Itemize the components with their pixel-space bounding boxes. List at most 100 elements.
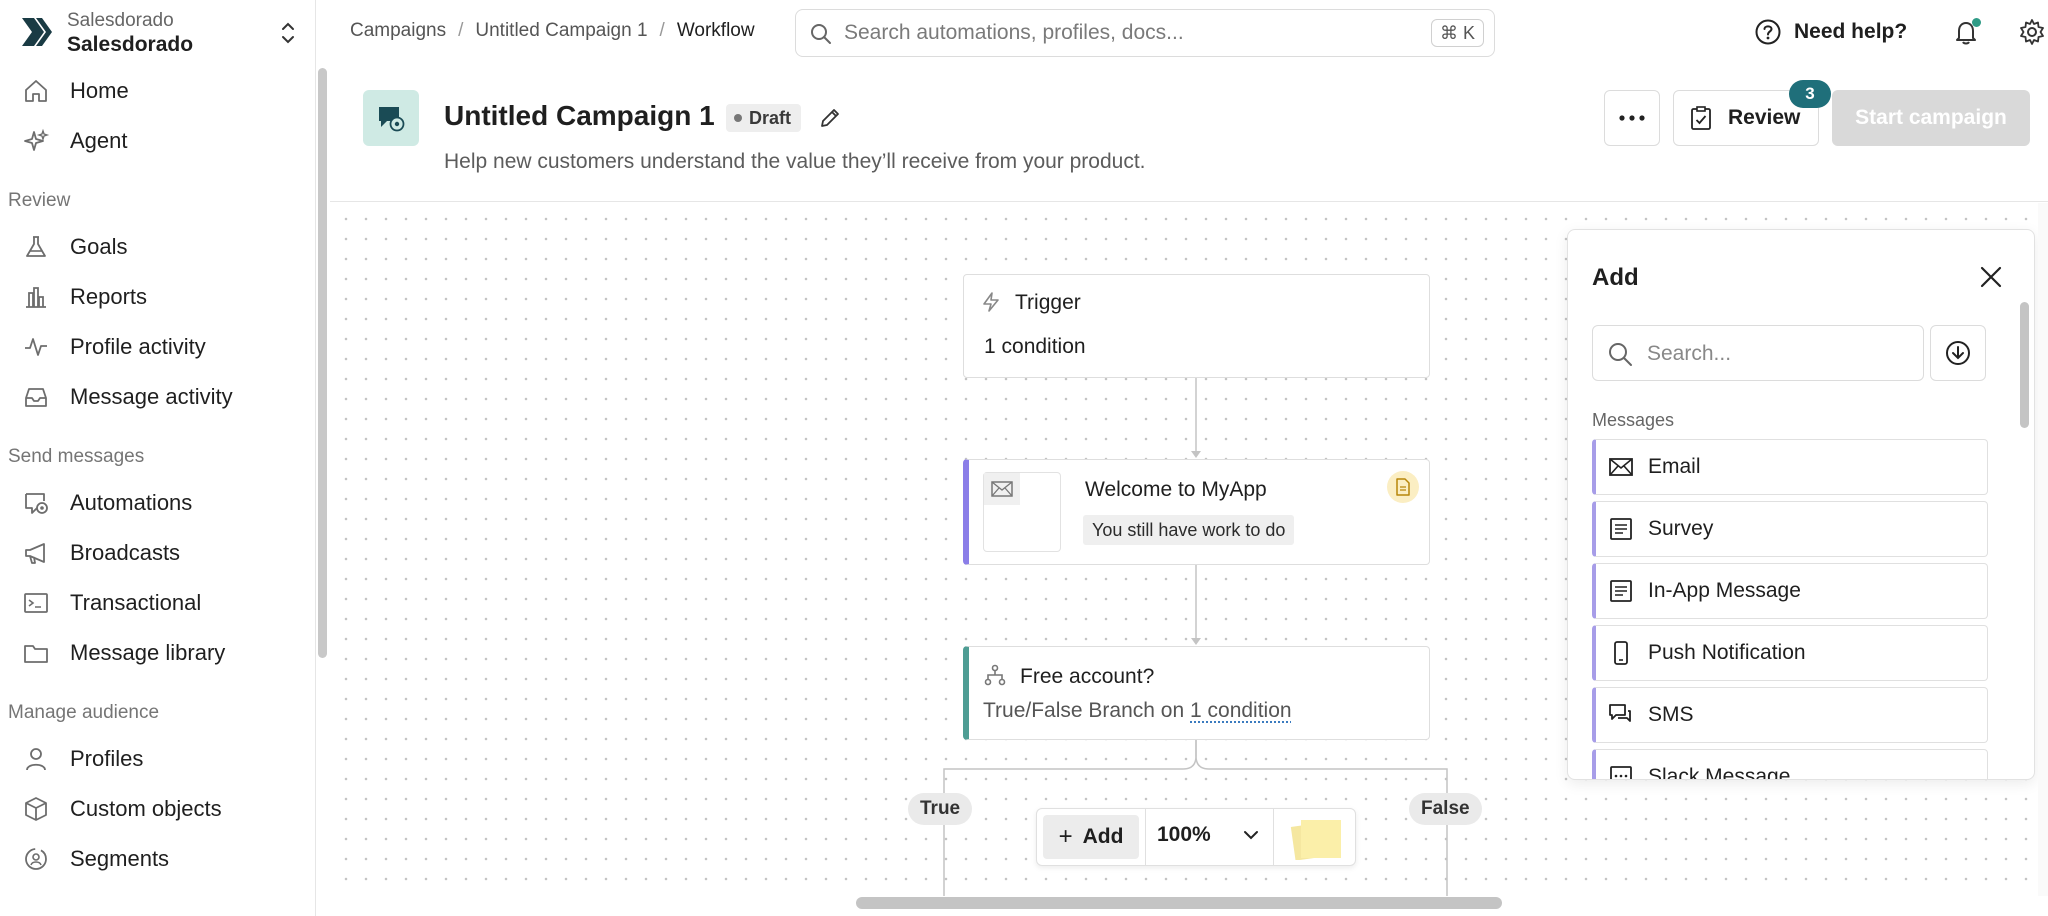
sidebar-item-reports[interactable]: Reports bbox=[0, 272, 312, 322]
pencil-icon[interactable] bbox=[818, 106, 842, 130]
add-item-survey[interactable]: Survey bbox=[1592, 501, 1988, 557]
breadcrumb-campaigns[interactable]: Campaigns bbox=[350, 20, 446, 42]
add-step-label: Add bbox=[1082, 825, 1124, 848]
sidebar-item-segments[interactable]: Segments bbox=[0, 834, 312, 884]
add-item-slack-message[interactable]: Slack Message bbox=[1592, 749, 1988, 780]
sidebar-item-label: Broadcasts bbox=[70, 540, 181, 565]
app-logo-icon bbox=[22, 18, 52, 46]
help-label: Need help? bbox=[1794, 20, 1908, 43]
workspace-name: Salesdorado bbox=[67, 33, 194, 56]
in-app-icon bbox=[1610, 580, 1632, 602]
add-item-in-app-message[interactable]: In-App Message bbox=[1592, 563, 1988, 619]
toolbar-divider bbox=[1145, 809, 1146, 865]
sidebar-item-home[interactable]: Home bbox=[0, 66, 312, 116]
add-item-label: Push Notification bbox=[1648, 641, 1806, 664]
false-branch-label: False bbox=[1409, 793, 1482, 825]
sidebar-item-custom-objects[interactable]: Custom objects bbox=[0, 784, 312, 834]
segment-icon bbox=[25, 848, 47, 870]
campaign-type-icon bbox=[363, 90, 419, 146]
ellipsis-icon bbox=[1619, 115, 1645, 121]
folder-icon bbox=[24, 645, 48, 663]
sidebar-item-message-activity[interactable]: Message activity bbox=[0, 372, 312, 422]
sidebar-item-message-library[interactable]: Message library bbox=[0, 628, 312, 678]
phone-icon bbox=[1614, 641, 1628, 665]
flask-icon bbox=[26, 236, 46, 257]
cube-icon bbox=[25, 797, 47, 821]
megaphone-icon bbox=[25, 543, 45, 564]
trigger-node[interactable]: Trigger 1 condition bbox=[963, 274, 1430, 378]
sidebar-item-label: Segments bbox=[70, 846, 170, 871]
sidebar-item-automations[interactable]: Automations bbox=[0, 478, 312, 528]
help-button[interactable]: Need help? bbox=[1754, 18, 1907, 46]
inbox-icon bbox=[25, 388, 47, 407]
add-item-push-notification[interactable]: Push Notification bbox=[1592, 625, 1988, 681]
add-item-label: SMS bbox=[1648, 703, 1694, 726]
chevron-down-icon[interactable] bbox=[1243, 827, 1259, 843]
sidebar-item-agent[interactable]: Agent bbox=[0, 116, 312, 166]
review-count-badge: 3 bbox=[1789, 80, 1831, 108]
status-badge: Draft bbox=[726, 104, 802, 132]
true-branch-label: True bbox=[908, 793, 973, 825]
download-circle-icon bbox=[1946, 341, 1970, 365]
canvas-horizontal-scrollbar[interactable] bbox=[856, 897, 1502, 909]
toolbar-divider bbox=[1273, 809, 1274, 865]
automation-icon bbox=[25, 493, 48, 514]
sidebar-item-broadcasts[interactable]: Broadcasts bbox=[0, 528, 312, 578]
add-item-email[interactable]: Email bbox=[1592, 439, 1988, 495]
add-item-label: Slack Message bbox=[1648, 765, 1791, 780]
sticky-note-icon[interactable] bbox=[1289, 818, 1345, 860]
chat-target-icon bbox=[379, 107, 405, 132]
search-input[interactable] bbox=[844, 18, 1404, 48]
close-icon[interactable] bbox=[1978, 264, 2004, 290]
workspace-switcher[interactable]: Salesdorado Salesdorado bbox=[0, 0, 316, 66]
branch-condition-link[interactable]: 1 condition bbox=[1190, 699, 1292, 722]
add-panel-scrollbar[interactable] bbox=[2020, 302, 2029, 428]
more-options-button[interactable] bbox=[1604, 90, 1660, 146]
home-icon bbox=[25, 80, 47, 102]
start-campaign-button[interactable]: Start campaign bbox=[1832, 90, 2030, 146]
notifications-button[interactable] bbox=[1952, 18, 1981, 46]
sidebar-item-label: Automations bbox=[70, 490, 193, 515]
sparkle-icon bbox=[24, 128, 50, 151]
breadcrumb-separator: / bbox=[458, 20, 464, 41]
add-panel-search-input[interactable] bbox=[1647, 339, 1907, 369]
form-icon bbox=[1610, 518, 1632, 540]
zoom-level[interactable]: 100% bbox=[1157, 823, 1211, 847]
messages-section-label: Messages bbox=[1592, 410, 1675, 430]
envelope-icon bbox=[1609, 458, 1633, 476]
canvas-vertical-scrollbar-track bbox=[2038, 203, 2048, 896]
sidebar-item-goals[interactable]: Goals bbox=[0, 222, 312, 272]
email-thumbnail bbox=[983, 472, 1061, 552]
branch-icon bbox=[984, 664, 1006, 686]
breadcrumb-campaign[interactable]: Untitled Campaign 1 bbox=[475, 20, 647, 42]
envelope-icon bbox=[984, 473, 1020, 505]
pulse-icon bbox=[25, 338, 47, 356]
add-item-sms[interactable]: SMS bbox=[1592, 687, 1988, 743]
branch-node[interactable]: Free account? True/False Branch on 1 con… bbox=[963, 646, 1430, 740]
terminal-icon bbox=[24, 593, 48, 613]
sidebar-item-label: Custom objects bbox=[70, 796, 222, 821]
sidebar-item-profile-activity[interactable]: Profile activity bbox=[0, 322, 312, 372]
chevron-updown-icon[interactable] bbox=[280, 20, 296, 46]
bar-chart-icon bbox=[26, 287, 46, 308]
chat-bubbles-icon bbox=[1609, 704, 1631, 722]
canvas-toolbar: + Add 100% bbox=[1036, 808, 1356, 866]
notification-dot bbox=[1972, 18, 1981, 27]
add-step-button[interactable]: + Add bbox=[1043, 815, 1139, 859]
sidebar-item-transactional[interactable]: Transactional bbox=[0, 578, 312, 628]
add-panel-search[interactable] bbox=[1592, 325, 1924, 381]
email-node-title: Welcome to MyApp bbox=[1085, 478, 1267, 501]
sidebar-item-label: Home bbox=[70, 78, 129, 103]
branch-detail: True/False Branch on 1 condition bbox=[983, 699, 1292, 723]
status-dot bbox=[734, 114, 742, 122]
sidebar-section-review: Review bbox=[8, 190, 71, 211]
sidebar-item-profiles[interactable]: Profiles bbox=[0, 734, 312, 784]
email-node[interactable]: Welcome to MyApp You still have work to … bbox=[963, 459, 1430, 565]
page-title: Untitled Campaign 1 bbox=[444, 100, 715, 131]
import-button[interactable] bbox=[1930, 325, 1986, 381]
gear-icon[interactable] bbox=[2018, 18, 2046, 46]
campaign-description: Help new customers understand the value … bbox=[444, 150, 1146, 173]
global-search[interactable]: ⌘ K bbox=[795, 9, 1495, 57]
sidebar-scrollbar[interactable] bbox=[318, 68, 327, 658]
add-panel-list: Email Survey In-App Message Push Notific… bbox=[1592, 439, 1988, 780]
